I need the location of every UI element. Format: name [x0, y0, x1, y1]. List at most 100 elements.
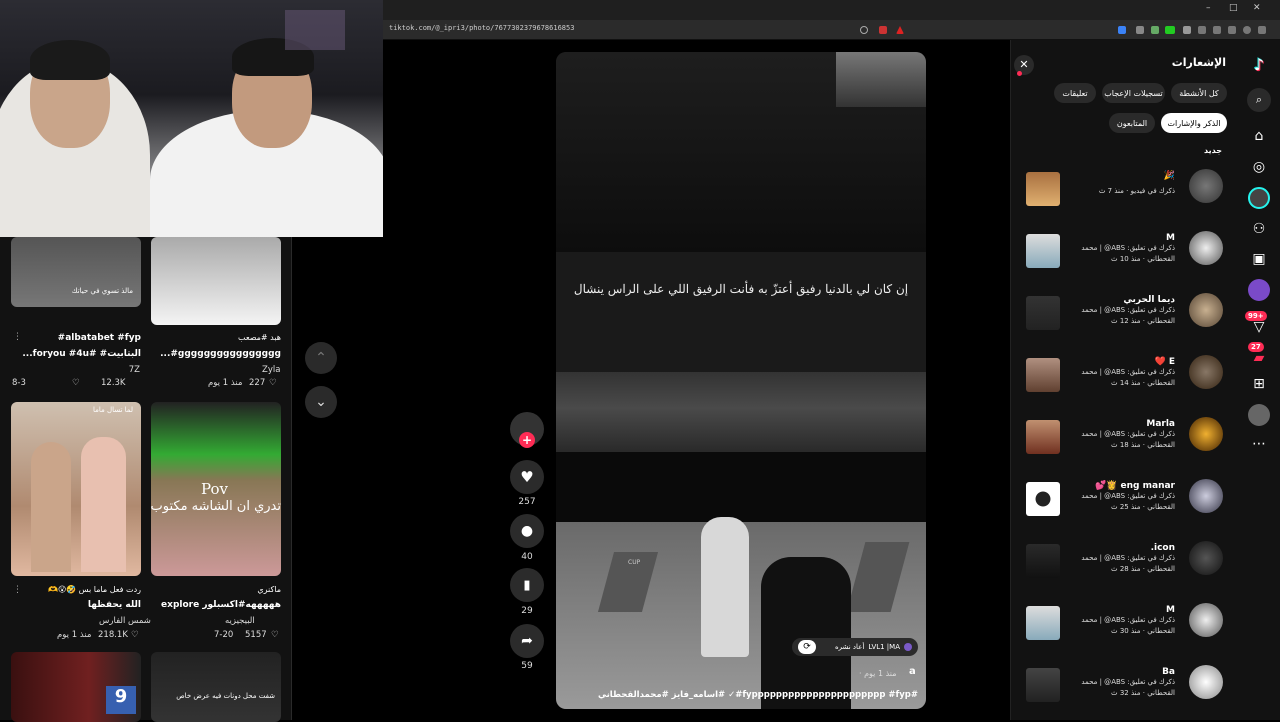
- follow-button[interactable]: +: [519, 432, 535, 448]
- video-thumbnail[interactable]: [1026, 668, 1060, 702]
- address-bar[interactable]: tiktok.com/@_ipri3/photo/767730237967861…: [383, 20, 1280, 40]
- video-thumbnail[interactable]: [1026, 482, 1060, 516]
- video-thumbnail[interactable]: [1026, 234, 1060, 268]
- avatar[interactable]: [1189, 169, 1223, 203]
- previous-video-button[interactable]: ⌃: [305, 342, 337, 374]
- extension-icon[interactable]: [1165, 26, 1175, 34]
- notification-item[interactable]: icon. ذكرك في تعليق: ABS@ | محمد القحطان…: [1011, 533, 1239, 589]
- live-icon[interactable]: ▣: [1248, 248, 1270, 270]
- profile-avatar-icon[interactable]: [1248, 279, 1270, 301]
- avatar[interactable]: [1189, 355, 1223, 389]
- video-player[interactable]: إن كان لي بالدنيا رفيق أعتزّ به فأنت الر…: [556, 52, 926, 709]
- video-thumbnail[interactable]: لما تسأل ماما: [11, 402, 141, 576]
- video-thumbnail[interactable]: [1026, 544, 1060, 578]
- author-initial[interactable]: a: [909, 666, 916, 677]
- video-thumbnail[interactable]: [1026, 296, 1060, 330]
- notification-item[interactable]: E ❤️ ذكرك في تعليق: ABS@ | محمد القحطاني…: [1011, 347, 1239, 403]
- zoom-icon[interactable]: [860, 26, 868, 34]
- puzzle-icon[interactable]: [1183, 26, 1191, 34]
- upload-icon[interactable]: ⊞: [1248, 373, 1270, 395]
- next-video-button[interactable]: ⌄: [305, 386, 337, 418]
- notification-item[interactable]: M ذكرك في تعليق: ABS@ | محمد القحطاني · …: [1011, 223, 1239, 279]
- tab-comments[interactable]: تعليقات: [1054, 83, 1096, 103]
- avatar[interactable]: [1189, 231, 1223, 265]
- notification-item[interactable]: ديما الحربي ذكرك في تعليق: ABS@ | محمد ا…: [1011, 285, 1239, 341]
- notification-item[interactable]: Marla ذكرك في تعليق: ABS@ | محمد القحطان…: [1011, 409, 1239, 465]
- search-icon[interactable]: ⌕: [1247, 88, 1271, 112]
- notification-user[interactable]: Marla: [1146, 419, 1175, 429]
- video-caption[interactable]: البتابيت# #foryou #4u...: [11, 349, 141, 359]
- following-avatar-icon[interactable]: [1248, 187, 1270, 209]
- video-caption[interactable]: ردت فعل ماما بس 🤣😮🫶: [11, 585, 141, 594]
- minimize-button[interactable]: –: [1206, 3, 1211, 13]
- download-icon[interactable]: [1198, 26, 1206, 34]
- video-thumbnail[interactable]: [1026, 606, 1060, 640]
- video-caption[interactable]: الله يحفظها: [11, 600, 141, 610]
- like-button[interactable]: ♥: [510, 460, 544, 494]
- video-caption[interactable]: #fypppppppppppppppppppppp #fyp#✓ #اسامه_…: [562, 690, 918, 700]
- video-thumbnail[interactable]: شفت محل دونات فيه عرض خاص: [151, 652, 281, 722]
- video-thumbnail[interactable]: مالذ تسوي في حياتك: [11, 237, 141, 307]
- repost-icon[interactable]: ⟳: [798, 640, 816, 654]
- notification-user[interactable]: eng manar 👸💕: [1095, 481, 1175, 491]
- video-thumbnail[interactable]: Pov تدري ان الشاشه مكتوب: [151, 402, 281, 576]
- notification-item[interactable]: M ذكرك في تعليق: ABS@ | محمد القحطاني · …: [1011, 595, 1239, 651]
- explore-icon[interactable]: ◎: [1248, 156, 1270, 178]
- avatar[interactable]: [1189, 541, 1223, 575]
- shield-icon[interactable]: [879, 26, 887, 34]
- tab-followers[interactable]: المتابعون: [1109, 113, 1155, 133]
- close-window-button[interactable]: ✕: [1253, 3, 1261, 13]
- video-thumbnail[interactable]: [1026, 172, 1060, 206]
- repost-user[interactable]: LVL1 |MA: [868, 643, 900, 651]
- url-text[interactable]: tiktok.com/@_ipri3/photo/767730237967861…: [389, 24, 574, 32]
- more-options-icon[interactable]: ⋯: [1248, 433, 1270, 455]
- author-name[interactable]: شمس الفارس: [99, 616, 151, 626]
- music-icon[interactable]: [1213, 26, 1221, 34]
- video-thumbnail[interactable]: [1026, 420, 1060, 454]
- author-name[interactable]: 7Z: [129, 365, 140, 375]
- home-icon[interactable]: ⌂: [1248, 125, 1270, 147]
- comment-button[interactable]: ●: [510, 514, 544, 548]
- notification-item[interactable]: Ba ذكرك في تعليق: ABS@ | محمد القحطاني ·…: [1011, 657, 1239, 713]
- video-caption[interactable]: ماكنري: [151, 585, 281, 594]
- notification-user[interactable]: E ❤️: [1155, 357, 1176, 367]
- video-thumbnail[interactable]: [1026, 358, 1060, 392]
- notification-item[interactable]: eng manar 👸💕 ذكرك في تعليق: ABS@ | محمد …: [1011, 471, 1239, 527]
- video-caption[interactable]: albatabet #fyp#: [11, 333, 141, 343]
- tab-all-activity[interactable]: كل الأنشطة: [1171, 83, 1227, 103]
- avatar[interactable]: [1189, 293, 1223, 327]
- video-thumbnail[interactable]: 9: [11, 652, 141, 722]
- notification-user[interactable]: M: [1166, 605, 1175, 615]
- user-avatar-icon[interactable]: [1248, 404, 1270, 426]
- avatar[interactable]: [1189, 603, 1223, 637]
- save-button[interactable]: ▮: [510, 568, 544, 602]
- avatar[interactable]: [1189, 417, 1223, 451]
- share-button[interactable]: ➦: [510, 624, 544, 658]
- warning-icon[interactable]: [896, 26, 904, 34]
- extension-icon[interactable]: [1136, 26, 1144, 34]
- extension-icon[interactable]: [1151, 26, 1159, 34]
- author-name[interactable]: البيجيزيه: [225, 616, 255, 626]
- friends-icon[interactable]: ⚇: [1248, 218, 1270, 240]
- repost-avatar[interactable]: [904, 643, 912, 651]
- notification-item[interactable]: 🎉 ذكرك في فيديو · منذ 7 ث: [1011, 161, 1239, 217]
- notification-user[interactable]: icon.: [1151, 543, 1175, 553]
- notification-user[interactable]: ديما الحربي: [1123, 295, 1175, 305]
- notification-user[interactable]: 🎉: [1164, 171, 1175, 181]
- notification-user[interactable]: M: [1166, 233, 1175, 243]
- menu-icon[interactable]: [1258, 26, 1266, 34]
- author-name[interactable]: Zyla: [262, 365, 280, 375]
- video-thumbnail[interactable]: [151, 237, 281, 325]
- notification-user[interactable]: Ba: [1162, 667, 1175, 677]
- maximize-button[interactable]: □: [1229, 3, 1238, 13]
- extension-icon[interactable]: [1118, 26, 1126, 34]
- tab-likes[interactable]: تسجيلات الإعجاب: [1102, 83, 1165, 103]
- video-caption[interactable]: هبد #مصعب: [151, 333, 281, 342]
- profile-icon[interactable]: [1243, 26, 1251, 34]
- tab-mentions[interactable]: الذكر والإشارات: [1161, 113, 1227, 133]
- video-caption[interactable]: gggggggggggggggg#...: [151, 349, 281, 359]
- avatar[interactable]: [1189, 479, 1223, 513]
- avatar[interactable]: [1189, 665, 1223, 699]
- tiktok-logo-icon[interactable]: ♪: [1248, 53, 1270, 75]
- video-caption[interactable]: هههههه#اكسبلور explore: [151, 600, 281, 610]
